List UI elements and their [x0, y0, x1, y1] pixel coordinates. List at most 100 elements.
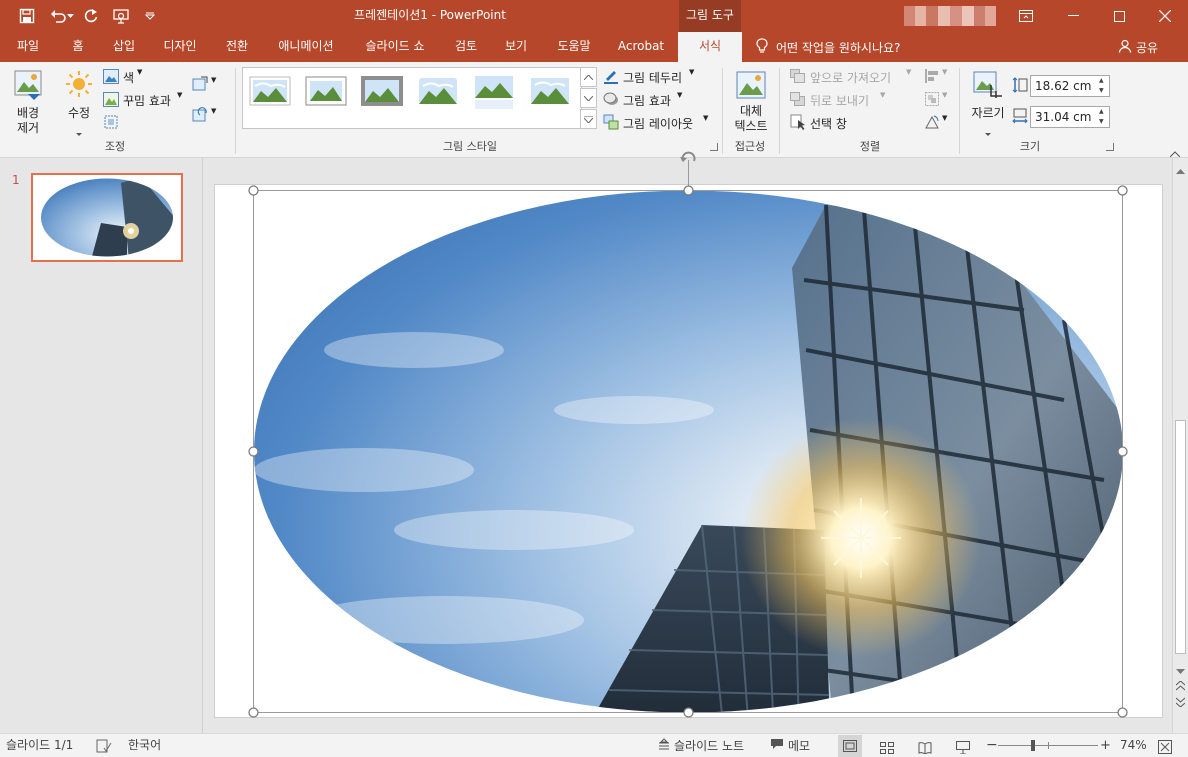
next-slide-icon[interactable] [1175, 696, 1186, 710]
tab-view[interactable]: 보기 [494, 32, 538, 62]
zoom-slider[interactable] [998, 740, 1098, 751]
rotate-button[interactable]: ▼ [924, 114, 950, 132]
align-button[interactable]: ▼ [924, 68, 950, 86]
selection-pane-button[interactable]: 선택 창 [790, 114, 870, 132]
normal-view-icon[interactable] [838, 735, 862, 757]
document-title: 프레젠테이션1 - PowerPoint [354, 8, 506, 22]
send-backward-button[interactable]: 뒤로 보내기 ▼ [790, 91, 890, 109]
customize-qat-icon[interactable] [137, 0, 163, 32]
language-indicator[interactable]: 한국어 [128, 734, 161, 757]
reading-view-icon[interactable] [918, 739, 932, 757]
tab-format[interactable]: 서식 [678, 32, 742, 62]
group-separator [235, 68, 236, 154]
comments-button[interactable]: 메모 [770, 734, 810, 757]
vertical-scrollbar[interactable] [1172, 158, 1188, 733]
width-down-icon[interactable]: ▼ [1099, 118, 1107, 126]
bring-forward-button[interactable]: 앞으로 가져오기 ▼ [790, 68, 916, 86]
artistic-effects-button[interactable]: 꾸밈 효과 ▼ [103, 91, 187, 109]
fit-to-window-icon[interactable] [1158, 739, 1172, 757]
selected-picture[interactable] [214, 150, 1172, 733]
powerpoint-window: 프레젠테이션1 - PowerPoint 그림 도구 파일 홈 삽입 디자인 전… [0, 0, 1188, 757]
share-button[interactable]: 공유 [1118, 32, 1158, 62]
tell-me-box[interactable]: 어떤 작업을 원하시나요? [756, 32, 900, 62]
rotate-dropdown-icon: ▼ [942, 114, 948, 122]
tab-insert[interactable]: 삽입 [102, 32, 146, 62]
width-up-icon[interactable]: ▲ [1099, 108, 1107, 116]
zoom-slider-thumb[interactable] [1031, 740, 1035, 751]
picture-styles-gallery[interactable] [242, 67, 582, 129]
minimize-button[interactable] [1050, 0, 1096, 32]
style-thumb-2[interactable] [305, 76, 347, 110]
ribbon-tab-row: 파일 홈 삽입 디자인 전환 애니메이션 슬라이드 쇼 검토 보기 도움말 Ac… [0, 32, 1188, 62]
style-thumb-3[interactable] [361, 76, 403, 110]
sun-icon [65, 70, 93, 101]
scroll-up-icon[interactable] [1176, 163, 1185, 177]
previous-slide-icon[interactable] [1175, 680, 1186, 694]
ellipse-cropped-photo [254, 190, 1123, 713]
style-thumb-4[interactable] [417, 76, 459, 110]
zoom-in-icon[interactable]: + [1100, 734, 1111, 757]
color-button[interactable]: 색 ▼ [103, 68, 151, 86]
change-picture-button[interactable]: ▼ [192, 107, 222, 125]
slideshow-view-icon[interactable] [956, 739, 970, 757]
notes-button[interactable]: 슬라이드 노트 [658, 734, 744, 757]
style-thumb-1[interactable] [249, 76, 291, 110]
tab-help[interactable]: 도움말 [544, 32, 604, 62]
start-slideshow-icon[interactable] [108, 0, 134, 32]
lightbulb-icon [756, 37, 768, 57]
zoom-out-icon[interactable]: − [986, 734, 998, 757]
tab-home[interactable]: 홈 [58, 32, 98, 62]
artistic-effects-label: 꾸밈 효과 [123, 94, 171, 108]
picture-layout-button[interactable]: 그림 레이아웃 ▼ [603, 114, 713, 132]
tab-slideshow[interactable]: 슬라이드 쇼 [352, 32, 438, 62]
gallery-scroll-up[interactable] [580, 67, 597, 87]
close-button[interactable] [1142, 0, 1188, 32]
gallery-more[interactable] [580, 109, 597, 129]
redo-icon[interactable] [78, 0, 104, 32]
bring-forward-dropdown-icon: ▼ [906, 68, 912, 76]
tab-review[interactable]: 검토 [444, 32, 488, 62]
pen-icon [603, 68, 619, 87]
alt-text-button[interactable]: 대체 텍스트 [729, 66, 773, 136]
tab-acrobat[interactable]: Acrobat [610, 32, 672, 62]
gallery-scroll-down[interactable] [580, 88, 597, 108]
tab-animations[interactable]: 애니메이션 [266, 32, 346, 62]
notes-label: 슬라이드 노트 [674, 738, 745, 753]
corrections-button[interactable]: 수정 [60, 66, 98, 136]
width-input[interactable]: 31.04 cm ▲ ▼ [1030, 106, 1110, 128]
undo-dropdown-icon[interactable] [64, 0, 76, 32]
tab-file[interactable]: 파일 [4, 32, 52, 62]
remove-background-button[interactable]: 배경 제거 [8, 66, 48, 138]
compress-pictures-button[interactable]: ▼ [192, 76, 222, 94]
height-down-icon[interactable]: ▼ [1099, 87, 1107, 95]
group-button[interactable]: ▼ [924, 91, 950, 109]
slide-thumbnail[interactable] [31, 173, 183, 262]
border-dropdown-icon: ▼ [689, 68, 695, 76]
color-icon [103, 69, 119, 87]
maximize-button[interactable] [1096, 0, 1142, 32]
artistic-effects-icon [103, 92, 119, 110]
height-input[interactable]: 18.62 cm ▲ ▼ [1030, 75, 1110, 97]
scroll-down-icon[interactable] [1176, 664, 1185, 678]
tab-transitions[interactable]: 전환 [214, 32, 260, 62]
transparency-button[interactable] [103, 114, 121, 132]
crop-button[interactable]: 자르기 [966, 66, 1010, 136]
person-icon [1118, 39, 1132, 56]
save-icon[interactable] [14, 0, 40, 32]
zoom-level[interactable]: 74% [1120, 734, 1147, 757]
send-backward-dropdown-icon: ▼ [880, 91, 886, 99]
height-up-icon[interactable]: ▲ [1099, 77, 1107, 85]
tab-design[interactable]: 디자인 [152, 32, 208, 62]
ribbon-display-options-icon[interactable] [1003, 0, 1049, 32]
style-thumb-5[interactable] [473, 76, 515, 110]
comment-icon [770, 735, 784, 757]
slide-sorter-icon[interactable] [880, 739, 894, 757]
style-thumb-6[interactable] [529, 76, 571, 110]
notes-icon [658, 735, 670, 757]
spell-check-icon[interactable] [96, 738, 112, 754]
rotate-handle-icon[interactable] [680, 151, 696, 162]
scroll-thumb[interactable] [1175, 420, 1186, 654]
picture-effects-button[interactable]: 그림 효과 ▼ [603, 91, 693, 109]
picture-border-button[interactable]: 그림 테두리 ▼ [603, 68, 703, 86]
transparency-icon [103, 115, 119, 133]
